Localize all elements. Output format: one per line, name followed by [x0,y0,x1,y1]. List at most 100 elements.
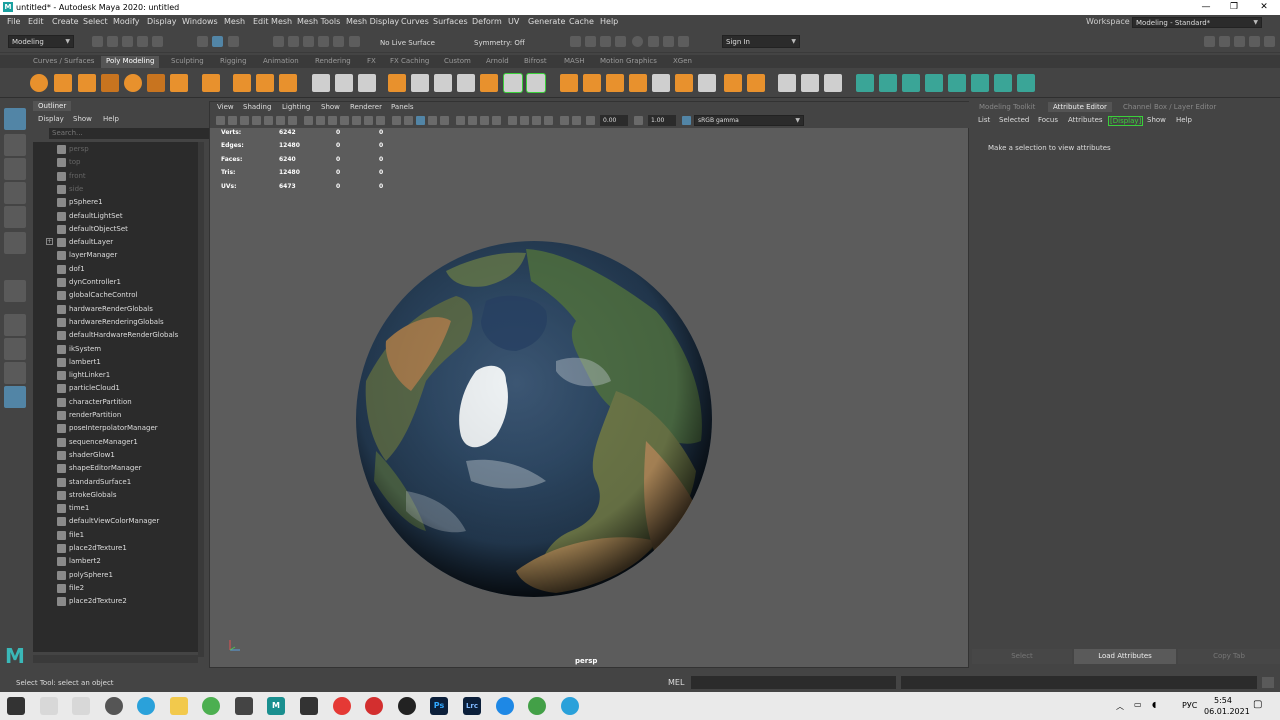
menu-help[interactable]: Help [600,17,618,26]
close-button[interactable]: ✕ [1250,0,1278,15]
outliner-item[interactable]: hardwareRenderGlobals [33,303,203,316]
poke-icon[interactable] [698,74,716,92]
viewport-menu-show[interactable]: Show [321,103,340,111]
outliner-item[interactable]: lambert2 [33,555,203,568]
menu-mesh[interactable]: Mesh [224,17,245,26]
shelf-tab-fx-caching[interactable]: FX Caching [385,56,434,68]
outliner-item[interactable]: defaultLightSet [33,210,203,223]
extrude-icon[interactable] [411,74,429,92]
obs-icon[interactable] [398,697,416,715]
shelf-tab-rigging[interactable]: Rigging [215,56,252,68]
menu-create[interactable]: Create [52,17,79,26]
target-weld-icon[interactable] [527,74,545,92]
collapse-icon[interactable] [652,74,670,92]
four-view-icon[interactable] [4,338,26,360]
type-tool-icon[interactable] [256,74,274,92]
viewport-panel[interactable]: View Shading Lighting Show Renderer Pane… [209,101,970,668]
circularize-icon[interactable] [747,74,765,92]
script-language-button[interactable]: MEL [668,678,684,687]
film-gate-icon[interactable] [316,116,325,125]
render-settings-icon[interactable] [615,36,626,47]
xray-components-icon[interactable] [492,116,501,125]
move-tool-icon[interactable] [4,182,26,204]
duplicate-face-icon[interactable] [675,74,693,92]
poly-torus-icon[interactable] [124,74,142,92]
color-management-icon[interactable] [682,116,691,125]
shelf-tab-arnold[interactable]: Arnold [481,56,514,68]
image-plane-icon[interactable] [264,116,273,125]
menu-select[interactable]: Select [83,17,108,26]
safe-title-icon[interactable] [376,116,385,125]
separate-icon[interactable] [335,74,353,92]
shelf-tab-custom[interactable]: Custom [439,56,476,68]
merge-icon[interactable] [1017,74,1035,92]
outliner-item[interactable]: place2dTexture2 [33,595,203,608]
wireframe-icon[interactable] [392,116,401,125]
menu-cache[interactable]: Cache [569,17,594,26]
outliner-menu-help[interactable]: Help [103,115,119,123]
snap-curve-icon[interactable] [288,36,299,47]
shelf-tab-mash[interactable]: MASH [559,56,590,68]
viewport-menu-renderer[interactable]: Renderer [350,103,382,111]
save-scene-icon[interactable] [122,36,133,47]
tool-settings-icon[interactable] [1249,36,1260,47]
smooth-icon[interactable] [358,74,376,92]
gamma-icon[interactable] [634,116,643,125]
menu-file[interactable]: File [7,17,20,26]
attr-menu-help[interactable]: Help [1176,116,1192,124]
select-object-icon[interactable] [212,36,223,47]
maya-taskbar-icon[interactable]: M [267,697,285,715]
minimize-button[interactable]: — [1192,0,1220,15]
maya-home-icon[interactable]: M [3,645,27,667]
menu-surfaces[interactable]: Surfaces [433,17,468,26]
menu-deform[interactable]: Deform [472,17,502,26]
snap-surface-icon[interactable] [333,36,344,47]
bevel-icon[interactable] [480,74,498,92]
shelf-tab-poly-modeling[interactable]: Poly Modeling [101,56,160,68]
task-view-icon[interactable] [72,697,90,715]
shelf-tab-motion-graphics[interactable]: Motion Graphics [595,56,662,68]
menu-mesh-display[interactable]: Mesh Display [346,17,399,26]
gate-mask-icon[interactable] [340,116,349,125]
menu-edit-mesh[interactable]: Edit Mesh [253,17,292,26]
outliner-item[interactable]: lightLinker1 [33,369,203,382]
restore-button[interactable]: ❐ [1220,0,1248,15]
clock-date[interactable]: 06.01.2021 [1204,707,1250,716]
triangulate-icon[interactable] [948,74,966,92]
outliner-item[interactable]: standardSurface1 [33,476,203,489]
ambient-occlusion-icon[interactable] [508,116,517,125]
tray-chevron-icon[interactable]: ︿ [1116,701,1124,712]
notifications-icon[interactable]: ▢ [1253,699,1262,710]
smooth-shade-icon[interactable] [404,116,413,125]
ipr-render-icon[interactable] [600,36,611,47]
grease-pencil-icon[interactable] [288,116,297,125]
hypershade-icon[interactable] [632,36,643,47]
attr-menu-selected[interactable]: Selected [999,116,1029,124]
mirror-icon[interactable] [879,74,897,92]
expand-icon[interactable]: + [46,238,53,246]
outliner-item[interactable]: dof1 [33,263,203,276]
outliner-search-input[interactable]: Search... [49,128,235,139]
outliner-item[interactable]: time1 [33,502,203,515]
automatic-map-icon[interactable] [801,74,819,92]
load-attributes-button[interactable]: Load Attributes [1074,649,1176,664]
outliner-item[interactable]: defaultViewColorManager [33,515,203,528]
outliner-scrollbar[interactable] [198,142,204,657]
paint-select-icon[interactable] [4,158,26,180]
outliner-item[interactable]: strokeGlobals [33,489,203,502]
quadrangulate-icon[interactable] [971,74,989,92]
viewport-menu-panels[interactable]: Panels [391,103,414,111]
bridge-icon[interactable] [434,74,452,92]
grid-icon[interactable] [304,116,313,125]
snap-live-icon[interactable] [349,36,360,47]
menu-curves[interactable]: Curves [401,17,429,26]
super-shape-icon[interactable] [233,74,251,92]
outliner-tab[interactable]: Outliner [33,101,72,111]
chrome2-icon[interactable] [528,697,546,715]
outliner-item[interactable]: place2dTexture1 [33,542,203,555]
anti-aliasing-icon[interactable] [532,116,541,125]
use-all-lights-icon[interactable] [428,116,437,125]
planar-map-icon[interactable] [778,74,796,92]
network-icon[interactable]: ▭ [1134,700,1142,709]
outliner-item[interactable]: top [33,156,203,169]
